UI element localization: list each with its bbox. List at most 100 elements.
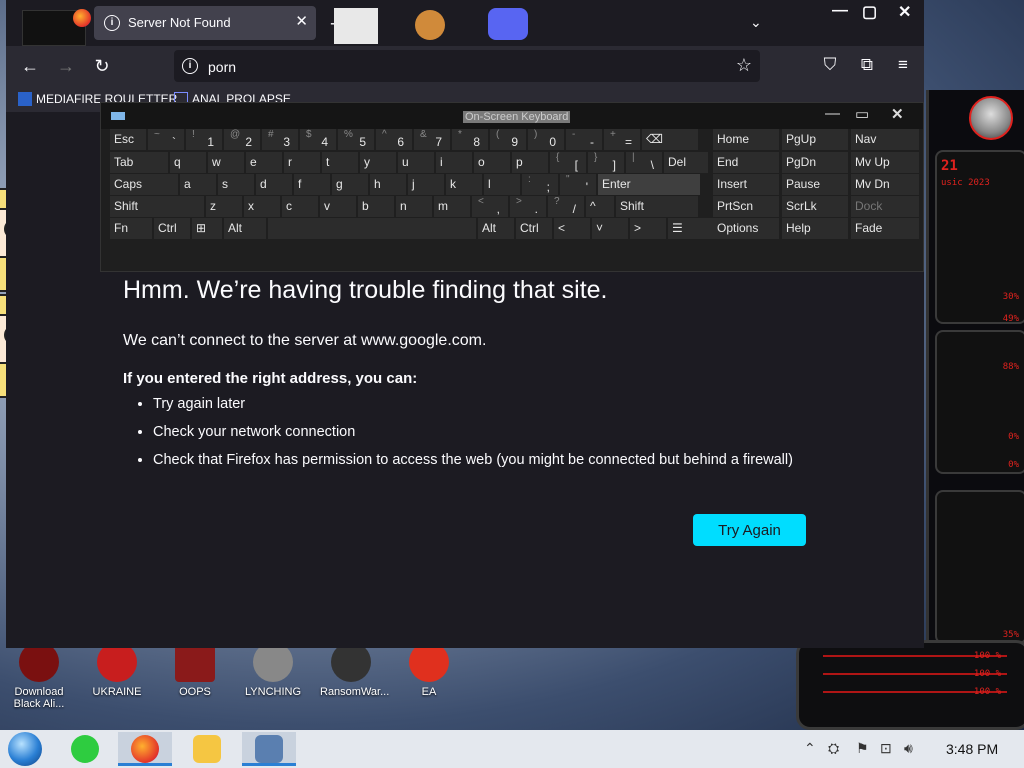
maximize-icon[interactable]: ▭ [855, 105, 869, 123]
minimize-icon[interactable]: — [825, 105, 840, 122]
maximize-icon[interactable]: ▢ [862, 2, 877, 22]
key-☰[interactable]: ☰ [668, 218, 716, 239]
key-^-6[interactable]: ^ 6 [376, 129, 412, 150]
key-˅[interactable]: ˅ [592, 218, 628, 239]
key-u[interactable]: u [398, 152, 434, 173]
key-z[interactable]: z [206, 196, 242, 217]
key-!-1[interactable]: ! 1 [186, 129, 222, 150]
desktop-icon-ukraine[interactable]: UKRAINE [86, 642, 148, 698]
key-pgdn[interactable]: PgDn [782, 152, 848, 173]
key-t[interactable]: t [322, 152, 358, 173]
key-<-,[interactable]: <, [472, 196, 508, 217]
key-)-0[interactable]: ) 0 [528, 129, 564, 150]
key-}-][interactable]: }] [588, 152, 624, 173]
key-c[interactable]: c [282, 196, 318, 217]
key-g[interactable]: g [332, 174, 368, 195]
key-esc[interactable]: Esc [110, 129, 146, 150]
key-i[interactable]: i [436, 152, 472, 173]
volume-icon[interactable]: 🔊︎ [904, 740, 913, 757]
close-tab-icon[interactable]: ✕ [295, 12, 308, 30]
tab-server-not-found[interactable]: i Server Not Found ✕ [94, 6, 316, 40]
back-icon[interactable]: ← [18, 54, 42, 78]
key-ctrl[interactable]: Ctrl [154, 218, 190, 239]
desktop-icon-ransomware[interactable]: RansomWar... [320, 642, 389, 698]
key-⌫[interactable]: ⌫ [642, 129, 698, 150]
key-y[interactable]: y [360, 152, 396, 173]
key-x[interactable]: x [244, 196, 280, 217]
key-j[interactable]: j [408, 174, 444, 195]
key-w[interactable]: w [208, 152, 244, 173]
key-prtscn[interactable]: PrtScn [713, 196, 779, 217]
extensions-icon[interactable]: ⧉ [856, 55, 878, 75]
desktop-icon-ea[interactable]: EA [398, 642, 460, 698]
key-"-'[interactable]: " ' [560, 174, 596, 195]
bookmark-star-icon[interactable]: ☆ [736, 55, 752, 76]
key-pause[interactable]: Pause [782, 174, 848, 195]
key-nav[interactable]: Nav [851, 129, 919, 150]
key-^[interactable]: ^ [586, 196, 614, 217]
key-home[interactable]: Home [713, 129, 779, 150]
key-k[interactable]: k [446, 174, 482, 195]
key-alt[interactable]: Alt [224, 218, 266, 239]
network-icon[interactable]: ⊡ [880, 740, 892, 757]
key-caps[interactable]: Caps [110, 174, 178, 195]
key-h[interactable]: h [370, 174, 406, 195]
key-alt[interactable]: Alt [478, 218, 514, 239]
key-mv-up[interactable]: Mv Up [851, 152, 919, 173]
key-|-\[interactable]: | \ [626, 152, 662, 173]
key-s[interactable]: s [218, 174, 254, 195]
key-shift[interactable]: Shift [110, 196, 204, 217]
forward-icon[interactable]: → [54, 54, 78, 78]
key-{-[[interactable]: {[ [550, 152, 586, 173]
clock[interactable]: 3:48 PM [946, 741, 998, 757]
key-:-;[interactable]: :; [522, 174, 558, 195]
desktop-icon-download[interactable]: Download Black Ali... [8, 642, 70, 710]
key-e[interactable]: e [246, 152, 282, 173]
pocket-icon[interactable]: ⛉ [819, 55, 841, 75]
key-?-/[interactable]: ? / [548, 196, 584, 217]
reload-icon[interactable]: ↻ [90, 54, 114, 78]
close-icon[interactable]: ✕ [891, 105, 904, 123]
key->[interactable]: > [630, 218, 666, 239]
menu-icon[interactable]: ≡ [892, 55, 914, 75]
key-l[interactable]: l [484, 174, 520, 195]
taskbar-app-explorer[interactable] [180, 732, 234, 766]
key-space[interactable] [268, 218, 476, 239]
key-+-=[interactable]: + = [604, 129, 640, 150]
taskbar-app-keyboard[interactable] [242, 732, 296, 766]
key-p[interactable]: p [512, 152, 548, 173]
show-hidden-icons-icon[interactable]: ⌃ [804, 740, 816, 757]
tray-app-icon[interactable]: ⛭ [828, 740, 839, 757]
key----[interactable]: -- [566, 129, 602, 150]
key-scrlk[interactable]: ScrLk [782, 196, 848, 217]
key-dock[interactable]: Dock [851, 196, 919, 217]
key-&-7[interactable]: & 7 [414, 129, 450, 150]
key-shift[interactable]: Shift [616, 196, 698, 217]
close-window-icon[interactable]: ✕ [898, 2, 911, 22]
key-options[interactable]: Options [713, 218, 779, 239]
key-del[interactable]: Del [664, 152, 708, 173]
key-pgup[interactable]: PgUp [782, 129, 848, 150]
key-(-9[interactable]: (9 [490, 129, 526, 150]
key-b[interactable]: b [358, 196, 394, 217]
key-d[interactable]: d [256, 174, 292, 195]
taskbar-app-firefox[interactable] [118, 732, 172, 766]
key-fn[interactable]: Fn [110, 218, 152, 239]
url-bar[interactable]: i ☆ [174, 50, 760, 82]
key-help[interactable]: Help [782, 218, 848, 239]
start-orb-icon[interactable] [8, 732, 42, 766]
taskbar-app-notes[interactable] [58, 732, 112, 766]
desktop-icon-lynching[interactable]: LYNCHING [242, 642, 304, 698]
key-m[interactable]: m [434, 196, 470, 217]
tab-list-chevron-icon[interactable]: ⌄ [750, 14, 762, 31]
minimize-icon[interactable]: — [832, 2, 848, 20]
key-⊞[interactable]: ⊞ [192, 218, 222, 239]
url-input[interactable] [206, 56, 710, 78]
try-again-button[interactable]: Try Again [693, 514, 806, 546]
key-fade[interactable]: Fade [851, 218, 919, 239]
key-ctrl[interactable]: Ctrl [516, 218, 552, 239]
key-@-2[interactable]: @2 [224, 129, 260, 150]
key-<[interactable]: < [554, 218, 590, 239]
key-tab[interactable]: Tab [110, 152, 168, 173]
key->-.[interactable]: >. [510, 196, 546, 217]
